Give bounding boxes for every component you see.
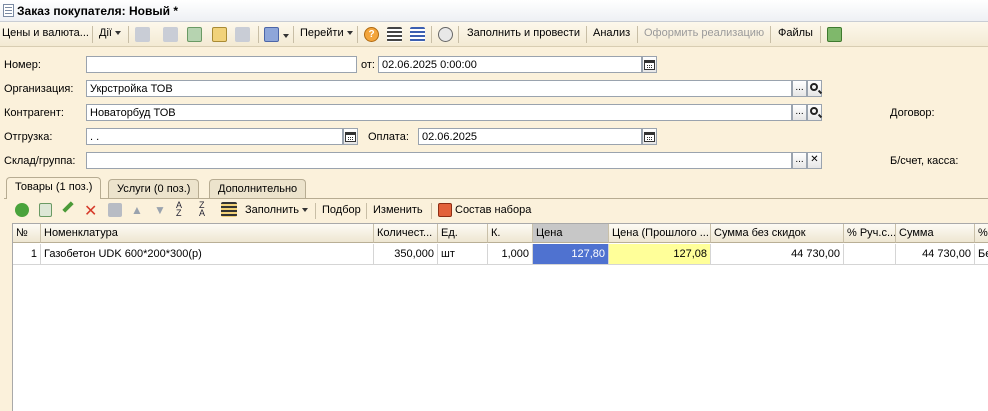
help-icon[interactable]: ?	[364, 27, 379, 42]
sort-desc-icon[interactable]: ZA	[199, 201, 205, 218]
structure-icon[interactable]	[387, 27, 402, 42]
date-from-label: от:	[361, 59, 375, 71]
number-label: Номер:	[4, 59, 41, 71]
edit-row-icon[interactable]	[62, 201, 74, 213]
payment-date-field[interactable]: 02.06.2025	[418, 128, 642, 145]
number-field[interactable]	[86, 56, 357, 73]
account-label: Б/счет, касса:	[890, 155, 959, 167]
title-bar: Заказ покупателя: Новый *	[0, 0, 988, 22]
counterparty-select-button[interactable]: ...	[792, 104, 807, 121]
fill-and-post-button[interactable]: Заполнить и провести	[467, 27, 580, 39]
sort-asc-icon[interactable]: AZ	[176, 201, 182, 218]
search-icon	[810, 107, 818, 115]
fill-table-button[interactable]: Заполнить	[245, 204, 309, 216]
create-based-on-icon[interactable]	[264, 27, 279, 42]
column-header-sum-no-discount[interactable]: Сумма без скидок	[711, 224, 844, 243]
analysis-button[interactable]: Анализ	[593, 27, 630, 39]
files-button[interactable]: Файлы	[778, 27, 813, 39]
chevron-down-icon[interactable]	[283, 34, 289, 38]
column-header-number[interactable]: №	[13, 224, 41, 243]
kit-composition-button[interactable]: Состав набора	[455, 204, 531, 216]
organization-label: Организация:	[4, 83, 74, 95]
tab-services[interactable]: Услуги (0 поз.)	[108, 179, 200, 198]
warehouse-label: Склад/группа:	[4, 155, 76, 167]
copy-document-icon[interactable]	[187, 27, 202, 42]
list-icon[interactable]	[163, 27, 178, 42]
shipment-calendar-button[interactable]	[343, 128, 358, 145]
change-button[interactable]: Изменить	[373, 204, 423, 216]
warehouse-select-button[interactable]: ...	[792, 152, 807, 169]
organization-select-button[interactable]: ...	[792, 80, 807, 97]
column-header-nomenclature[interactable]: Номенклатура	[41, 224, 374, 243]
chevron-down-icon	[346, 31, 353, 36]
table-row-1-sum[interactable]: 44 730,00	[896, 244, 975, 265]
column-header-price[interactable]: Цена	[533, 224, 609, 243]
window-title: Заказ покупателя: Новый *	[17, 4, 179, 18]
contract-label: Договор:	[890, 107, 935, 119]
shipment-label: Отгрузка:	[4, 131, 53, 143]
column-header-last-price[interactable]: Цена (Прошлого ...	[609, 224, 711, 243]
tree-list-icon[interactable]	[410, 27, 425, 42]
date-field[interactable]: 02.06.2025 0:00:00	[378, 56, 642, 73]
actions-menu-button[interactable]: Дії	[99, 27, 121, 39]
kit-icon	[438, 203, 452, 217]
unpost-document-icon[interactable]	[235, 27, 250, 42]
calendar-icon	[345, 132, 356, 142]
copy-row-icon[interactable]	[39, 203, 52, 217]
organization-open-button[interactable]	[807, 80, 822, 97]
selection-button[interactable]: Подбор	[322, 204, 361, 216]
post-document-icon[interactable]	[212, 27, 227, 42]
main-toolbar: Цены и валюта... Дії Перейти ? Заполнить…	[0, 22, 988, 47]
move-down-icon[interactable]: ▼	[154, 203, 166, 217]
column-header-quantity[interactable]: Количест...	[374, 224, 438, 243]
table-row-1-manual-discount[interactable]	[844, 244, 896, 265]
document-icon	[3, 4, 14, 17]
search-document-icon[interactable]	[827, 27, 842, 42]
payment-label: Оплата:	[368, 131, 409, 143]
column-header-coefficient[interactable]: К.	[488, 224, 533, 243]
column-header-manual-discount[interactable]: % Руч.с...	[844, 224, 896, 243]
calendar-icon	[644, 132, 655, 142]
move-left-icon[interactable]	[135, 27, 150, 42]
end-edit-icon[interactable]	[108, 203, 122, 217]
chevron-down-icon	[114, 31, 121, 36]
tab-goods[interactable]: Товары (1 поз.)	[6, 177, 102, 199]
counterparty-field[interactable]: Новаторбуд ТОВ	[86, 104, 792, 121]
table-row-1-vat-percent[interactable]: Бе	[975, 244, 988, 265]
calendar-icon	[644, 60, 655, 70]
counterparty-open-button[interactable]	[807, 104, 822, 121]
column-header-vat-percent[interactable]: %	[975, 224, 988, 243]
counterparty-label: Контрагент:	[4, 107, 64, 119]
table-row-1-quantity[interactable]: 350,000	[374, 244, 438, 265]
goods-table[interactable]: № Номенклатура Количест... Ед. К. Цена Ц…	[12, 223, 988, 411]
table-row-1-last-price[interactable]: 127,08	[609, 244, 711, 265]
move-up-icon[interactable]: ▲	[131, 203, 143, 217]
warehouse-clear-button[interactable]: ✕	[807, 152, 822, 169]
add-row-icon[interactable]	[15, 203, 29, 217]
table-row-1-coefficient[interactable]: 1,000	[488, 244, 533, 265]
clock-icon[interactable]	[438, 27, 453, 42]
tab-additional[interactable]: Дополнительно	[209, 179, 307, 198]
warehouse-field[interactable]	[86, 152, 792, 169]
column-header-sum[interactable]: Сумма	[896, 224, 975, 243]
table-row-1-number[interactable]: 1	[13, 244, 41, 265]
table-row-1-sum-no-discount[interactable]: 44 730,00	[711, 244, 844, 265]
search-icon	[810, 83, 818, 91]
table-row-1-nomenclature[interactable]: Газобетон UDK 600*200*300(р)	[41, 244, 374, 265]
organization-field[interactable]: Укрстройка ТОВ	[86, 80, 792, 97]
date-calendar-button[interactable]	[642, 56, 657, 73]
prices-currency-button[interactable]: Цены и валюта...	[2, 27, 89, 39]
fill-table-icon	[221, 202, 237, 217]
delete-row-icon[interactable]: ✕	[84, 201, 97, 221]
chevron-down-icon	[302, 208, 309, 213]
shipment-date-field[interactable]: . .	[86, 128, 343, 145]
table-row-1-unit[interactable]: шт	[438, 244, 488, 265]
make-sale-button[interactable]: Оформить реализацию	[644, 27, 764, 39]
table-row-1-price[interactable]: 127,80	[533, 244, 609, 265]
column-header-unit[interactable]: Ед.	[438, 224, 488, 243]
payment-calendar-button[interactable]	[642, 128, 657, 145]
goto-menu-button[interactable]: Перейти	[300, 27, 353, 39]
